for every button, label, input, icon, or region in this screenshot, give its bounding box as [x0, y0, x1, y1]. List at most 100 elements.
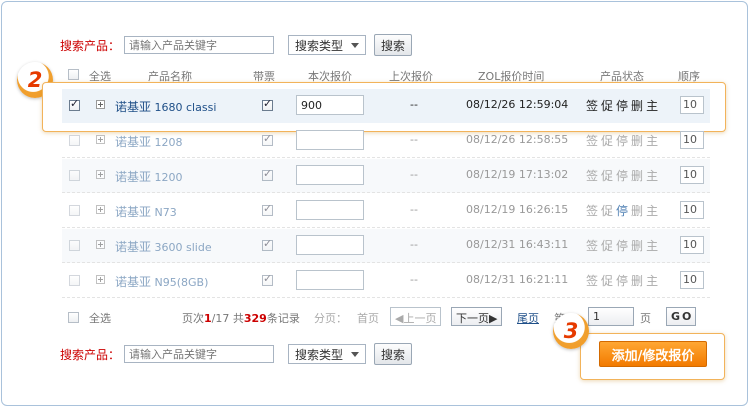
table-row: 诺基亚 1208 -- 08/12/26 12:58:55 签促停删主 10 — [62, 124, 710, 158]
product-name-link[interactable]: 诺基亚 N73 — [115, 203, 177, 220]
status-main[interactable]: 主 — [646, 169, 661, 183]
status-sign[interactable]: 签 — [586, 169, 601, 183]
go-button[interactable]: GO — [666, 307, 696, 326]
row-checkbox[interactable] — [69, 97, 80, 111]
search-input[interactable] — [124, 36, 275, 54]
status-sign[interactable]: 签 — [586, 99, 601, 113]
search-input[interactable] — [124, 345, 275, 363]
table-row: 诺基亚 1200 -- 08/12/19 17:13:02 签促停删主 10 — [62, 159, 710, 193]
goto-page-input[interactable]: 1 — [588, 307, 634, 326]
page-info: 页次1/17 共329条记录 — [182, 312, 300, 325]
status-delete[interactable]: 删 — [631, 134, 646, 148]
row-checkbox[interactable] — [69, 135, 80, 146]
invoice-checkbox[interactable] — [262, 167, 273, 181]
status-main[interactable]: 主 — [646, 204, 661, 218]
current-price-input[interactable] — [296, 130, 364, 150]
status-sign[interactable]: 签 — [586, 274, 601, 288]
status-promo[interactable]: 促 — [601, 99, 616, 113]
status-actions: 签促停删主 — [586, 132, 661, 149]
status-stop[interactable]: 停 — [616, 274, 631, 288]
invoice-checkbox[interactable] — [262, 272, 273, 286]
status-main[interactable]: 主 — [646, 239, 661, 253]
search-type-select[interactable]: 搜索类型 — [288, 35, 367, 55]
status-delete[interactable]: 删 — [631, 239, 646, 253]
pager-select-all: 全选 — [89, 312, 111, 325]
status-delete[interactable]: 删 — [631, 169, 646, 183]
status-delete[interactable]: 删 — [631, 99, 646, 113]
product-name-link[interactable]: 诺基亚 1200 — [115, 168, 183, 185]
search-type-value: 搜索类型 — [295, 38, 344, 53]
order-input[interactable]: 10 — [680, 131, 704, 149]
last-page-link[interactable]: 尾页 — [517, 310, 539, 326]
search-label: 搜索产品： — [60, 38, 121, 53]
status-promo[interactable]: 促 — [601, 169, 616, 183]
current-price-input[interactable] — [296, 200, 364, 220]
status-sign[interactable]: 签 — [586, 134, 601, 148]
current-price-input[interactable] — [296, 165, 364, 185]
prev-page-button[interactable]: ◀上一页 — [390, 307, 442, 326]
invoice-checkbox[interactable] — [262, 202, 273, 216]
order-input[interactable]: 10 — [680, 96, 704, 114]
status-promo[interactable]: 促 — [601, 134, 616, 148]
expand-icon[interactable] — [96, 100, 105, 109]
expand-icon[interactable] — [96, 205, 105, 214]
status-promo[interactable]: 促 — [601, 239, 616, 253]
expand-icon[interactable] — [96, 135, 105, 144]
add-edit-price-button[interactable]: 添加/修改报价 — [599, 341, 707, 367]
status-stop[interactable]: 停 — [616, 99, 631, 113]
status-stop[interactable]: 停 — [616, 204, 631, 218]
status-actions: 签促停删主 — [586, 97, 661, 114]
status-main[interactable]: 主 — [646, 134, 661, 148]
expand-icon[interactable] — [96, 275, 105, 284]
invoice-checkbox[interactable] — [262, 97, 273, 111]
select-all-checkbox[interactable] — [68, 69, 79, 80]
product-name-link[interactable]: 诺基亚 N95(8GB) — [115, 273, 208, 290]
row-checkbox[interactable] — [69, 205, 80, 216]
status-actions: 签促停删主 — [586, 202, 661, 219]
status-delete[interactable]: 删 — [631, 204, 646, 218]
search-button[interactable]: 搜索 — [374, 34, 413, 56]
status-main[interactable]: 主 — [646, 99, 661, 113]
status-promo[interactable]: 促 — [601, 274, 616, 288]
invoice-checkbox[interactable] — [262, 237, 273, 251]
last-price: -- — [410, 168, 418, 181]
row-checkbox[interactable] — [69, 240, 80, 251]
order-input[interactable]: 10 — [680, 236, 704, 254]
search-type-select[interactable]: 搜索类型 — [288, 344, 367, 364]
status-stop[interactable]: 停 — [616, 134, 631, 148]
zol-time: 08/12/19 17:13:02 — [466, 168, 569, 181]
status-stop[interactable]: 停 — [616, 169, 631, 183]
invoice-checkbox[interactable] — [262, 132, 273, 146]
status-promo[interactable]: 促 — [601, 204, 616, 218]
order-input[interactable]: 10 — [680, 271, 704, 289]
product-name-link[interactable]: 诺基亚 1208 — [115, 133, 183, 150]
first-page-link[interactable]: 首页 — [357, 310, 379, 326]
product-name-link[interactable]: 诺基亚 3600 slide — [115, 238, 212, 255]
table-row: 诺基亚 N95(8GB) -- 08/12/31 16:21:11 签促停删主 … — [62, 264, 710, 298]
row-checkbox[interactable] — [69, 275, 80, 286]
status-main[interactable]: 主 — [646, 274, 661, 288]
table-row: 诺基亚 1680 classi -- 08/12/26 12:59:04 签促停… — [62, 89, 710, 123]
last-price: -- — [410, 203, 418, 216]
current-price-input[interactable] — [296, 95, 364, 115]
expand-icon[interactable] — [96, 240, 105, 249]
search-button[interactable]: 搜索 — [374, 343, 413, 365]
status-delete[interactable]: 删 — [631, 274, 646, 288]
current-price-input[interactable] — [296, 270, 364, 290]
order-input[interactable]: 10 — [680, 166, 704, 184]
status-sign[interactable]: 签 — [586, 204, 601, 218]
status-stop[interactable]: 停 — [616, 239, 631, 253]
order-input[interactable]: 10 — [680, 201, 704, 219]
select-all-checkbox-bottom[interactable] — [68, 312, 79, 323]
pager: 全选 页次1/17 共329条记录 分页： 首页 ◀上一页 下一页▶ 尾页 第 … — [62, 306, 710, 328]
current-price-input[interactable] — [296, 235, 364, 255]
next-page-button[interactable]: 下一页▶ — [451, 307, 503, 326]
expand-icon[interactable] — [96, 170, 105, 179]
step-3-callout: 3 — [553, 313, 589, 349]
search-bar-top: 搜索产品： 搜索类型 搜索 — [60, 34, 413, 56]
status-sign[interactable]: 签 — [586, 239, 601, 253]
paging-label: 分页： — [314, 312, 347, 325]
row-checkbox[interactable] — [69, 170, 80, 181]
product-name-link[interactable]: 诺基亚 1680 classi — [115, 98, 216, 115]
chevron-down-icon — [351, 351, 360, 357]
